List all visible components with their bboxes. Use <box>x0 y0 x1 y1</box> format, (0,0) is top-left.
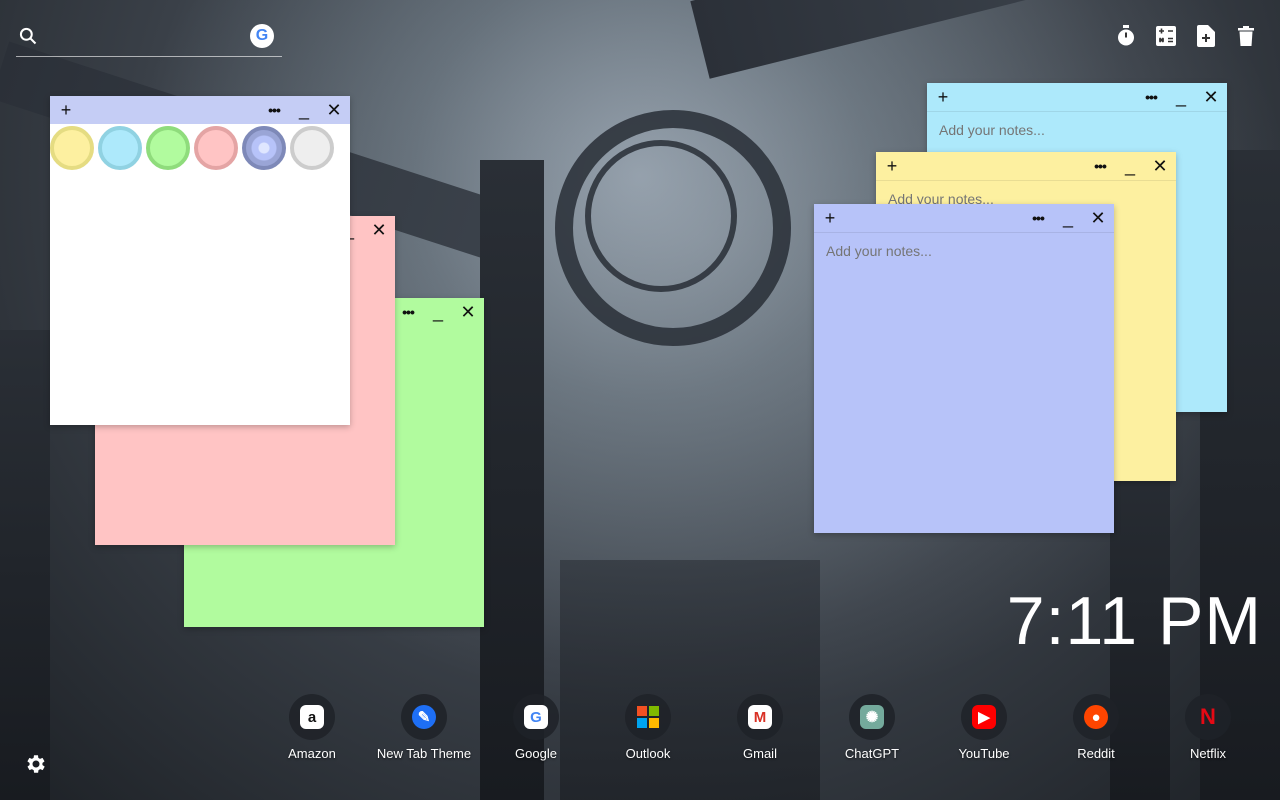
shortcut-icon-circle[interactable]: N <box>1185 694 1231 740</box>
shortcut-icon-circle[interactable]: ● <box>1073 694 1119 740</box>
shortcut-icon-circle[interactable]: M <box>737 694 783 740</box>
note-minimize-button[interactable]: _ <box>1173 88 1189 106</box>
note-add-button[interactable]: + <box>935 88 951 106</box>
shortcut-label: ChatGPT <box>844 746 900 761</box>
note-add-button[interactable]: + <box>822 209 838 227</box>
sticky-note-blue: + ••• _ ✕ <box>814 204 1114 533</box>
note-add-button[interactable]: + <box>58 101 74 119</box>
google-icon[interactable]: G <box>250 24 274 48</box>
shortcut-icon-circle[interactable]: G <box>513 694 559 740</box>
shortcut-amazon[interactable]: a Amazon <box>256 694 368 761</box>
note-minimize-button[interactable]: _ <box>296 101 312 119</box>
shortcut-label: New Tab Theme <box>376 746 472 761</box>
note-toolbar: + ••• _ ✕ <box>50 96 350 124</box>
color-swatch-blue[interactable] <box>242 126 286 170</box>
new-tab-theme-icon: ✎ <box>412 705 436 729</box>
note-minimize-button[interactable]: _ <box>430 303 446 321</box>
reddit-icon: ● <box>1084 705 1108 729</box>
youtube-icon: ▶ <box>972 705 996 729</box>
chatgpt-icon: ✺ <box>860 705 884 729</box>
note-minimize-button[interactable]: _ <box>1060 209 1076 227</box>
note-minimize-button[interactable]: _ <box>1122 157 1138 175</box>
note-text-area[interactable] <box>824 241 1108 518</box>
shortcut-icon-circle[interactable]: ✎ <box>401 694 447 740</box>
shortcut-gmail[interactable]: M Gmail <box>704 694 816 761</box>
color-picker <box>50 124 350 170</box>
search-bar: G <box>16 20 282 57</box>
shortcut-icon-circle[interactable]: ✺ <box>849 694 895 740</box>
shortcut-reddit[interactable]: ● Reddit <box>1040 694 1152 761</box>
shortcut-chatgpt[interactable]: ✺ ChatGPT <box>816 694 928 761</box>
note-toolbar: + ••• _ ✕ <box>927 83 1227 111</box>
shortcut-icon-circle[interactable]: a <box>289 694 335 740</box>
new-note-icon[interactable] <box>1196 24 1216 48</box>
settings-gear-icon[interactable] <box>24 752 48 776</box>
shortcut-label: Reddit <box>1077 746 1115 761</box>
shortcut-icon-circle[interactable] <box>625 694 671 740</box>
color-swatch-yellow[interactable] <box>50 126 94 170</box>
note-close-button[interactable]: ✕ <box>1152 157 1168 175</box>
note-close-button[interactable]: ✕ <box>1090 209 1106 227</box>
note-close-button[interactable]: ✕ <box>1203 88 1219 106</box>
outlook-icon <box>636 705 660 729</box>
shortcut-netflix[interactable]: N Netflix <box>1152 694 1264 761</box>
note-menu-button[interactable]: ••• <box>1143 88 1159 106</box>
shortcut-label: YouTube <box>958 746 1010 761</box>
note-menu-button[interactable]: ••• <box>1030 209 1046 227</box>
shortcut-new-tab-theme[interactable]: ✎ New Tab Theme <box>368 694 480 761</box>
search-icon[interactable] <box>18 26 38 46</box>
color-swatch-cyan[interactable] <box>98 126 142 170</box>
shortcut-label: Netflix <box>1189 746 1227 761</box>
delete-icon[interactable] <box>1236 24 1256 48</box>
calculator-icon[interactable] <box>1156 24 1176 48</box>
note-close-button[interactable]: ✕ <box>371 221 387 239</box>
note-close-button[interactable]: ✕ <box>460 303 476 321</box>
amazon-icon: a <box>300 705 324 729</box>
netflix-icon: N <box>1200 704 1216 729</box>
shortcut-icon-circle[interactable]: ▶ <box>961 694 1007 740</box>
clock: 7:11 PM <box>1006 583 1262 659</box>
toolbar <box>1116 24 1256 48</box>
note-close-button[interactable]: ✕ <box>326 101 342 119</box>
color-swatch-pink[interactable] <box>194 126 238 170</box>
timer-icon[interactable] <box>1116 24 1136 48</box>
shortcut-label: Gmail <box>743 746 777 761</box>
note-toolbar: + ••• _ ✕ <box>876 152 1176 180</box>
color-swatch-green[interactable] <box>146 126 190 170</box>
shortcut-dock: a Amazon ✎ New Tab Theme G Google Outlook M Gmai… <box>256 694 1264 761</box>
note-menu-button[interactable]: ••• <box>266 101 282 119</box>
gmail-icon: M <box>748 705 772 729</box>
note-menu-button[interactable]: ••• <box>400 303 416 321</box>
color-swatch-grey[interactable] <box>290 126 334 170</box>
shortcut-label: Amazon <box>288 746 336 761</box>
note-toolbar: + ••• _ ✕ <box>814 204 1114 232</box>
note-menu-button[interactable]: ••• <box>1092 157 1108 175</box>
shortcut-label: Google <box>515 746 557 761</box>
shortcut-outlook[interactable]: Outlook <box>592 694 704 761</box>
shortcut-google[interactable]: G Google <box>480 694 592 761</box>
shortcut-youtube[interactable]: ▶ YouTube <box>928 694 1040 761</box>
google-icon: G <box>524 705 548 729</box>
shortcut-label: Outlook <box>625 746 671 761</box>
search-input[interactable] <box>48 24 252 52</box>
note-add-button[interactable]: + <box>884 157 900 175</box>
sticky-note-white: + ••• _ ✕ <box>50 96 350 425</box>
